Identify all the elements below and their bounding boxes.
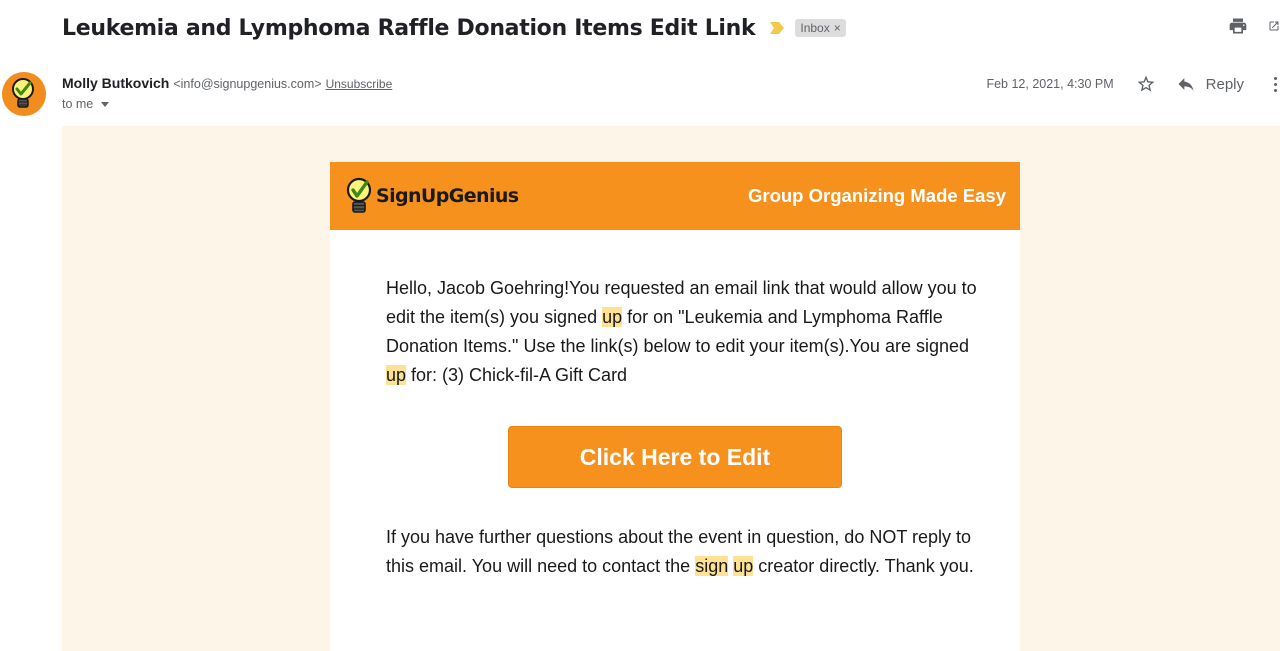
sender-avatar[interactable] [2,72,46,116]
recipient-label: to me [62,97,94,111]
unsubscribe-link[interactable]: Unsubscribe [326,77,393,91]
reply-button[interactable]: Reply [1176,74,1244,94]
brand-tagline: Group Organizing Made Easy [747,185,1006,206]
star-icon[interactable] [1136,74,1156,94]
sender-info: Molly Butkovich <info@signupgenius.com> … [62,75,392,91]
importance-marker-icon[interactable] [769,21,785,35]
message-date: Feb 12, 2021, 4:30 PM [986,77,1114,91]
sender-email: <info@signupgenius.com> [173,77,322,91]
recipient-details-toggle[interactable]: to me [62,97,110,111]
more-vertical-icon[interactable] [1270,74,1280,94]
lightbulb-icon [12,78,34,108]
reply-icon [1178,78,1194,91]
highlighted-search-term: up [386,365,407,385]
chevron-down-icon [101,101,110,107]
sender-name[interactable]: Molly Butkovich [62,75,169,91]
print-icon[interactable] [1228,14,1248,38]
thread-toolbar [1228,14,1280,38]
text-run: for: (3) Chick-fil-A Gift Card [406,365,628,385]
message-meta: Feb 12, 2021, 4:30 PM Reply [986,72,1280,96]
highlighted-search-term: sign [695,556,729,576]
lightbulb-logo-icon [346,177,372,213]
click-here-to-edit-button[interactable]: Click Here to Edit [508,426,842,488]
reply-label: Reply [1205,75,1244,93]
signupgenius-header: SignUpGenius Group Organizing Made Easy [330,162,1020,230]
message-paragraph-intro: Hello, Jacob Goehring!You requested an e… [386,274,986,390]
subject-row: Leukemia and Lymphoma Raffle Donation It… [62,12,846,44]
open-in-new-window-icon[interactable] [1268,14,1280,38]
brand-name: SignUpGenius [376,185,519,207]
signupgenius-logo[interactable]: SignUpGenius [344,176,519,216]
inbox-label-text: Inbox [800,21,830,35]
highlighted-search-term: up [733,556,754,576]
highlighted-search-term: up [602,307,623,327]
inbox-label-chip[interactable]: Inbox × [795,19,846,37]
text-run: creator directly. Thank you. [753,556,974,576]
email-content-card: SignUpGenius Group Organizing Made Easy … [330,162,1020,651]
message-paragraph-closing: If you have further questions about the … [386,523,986,581]
remove-label-icon[interactable]: × [834,21,841,35]
email-subject: Leukemia and Lymphoma Raffle Donation It… [62,15,756,41]
